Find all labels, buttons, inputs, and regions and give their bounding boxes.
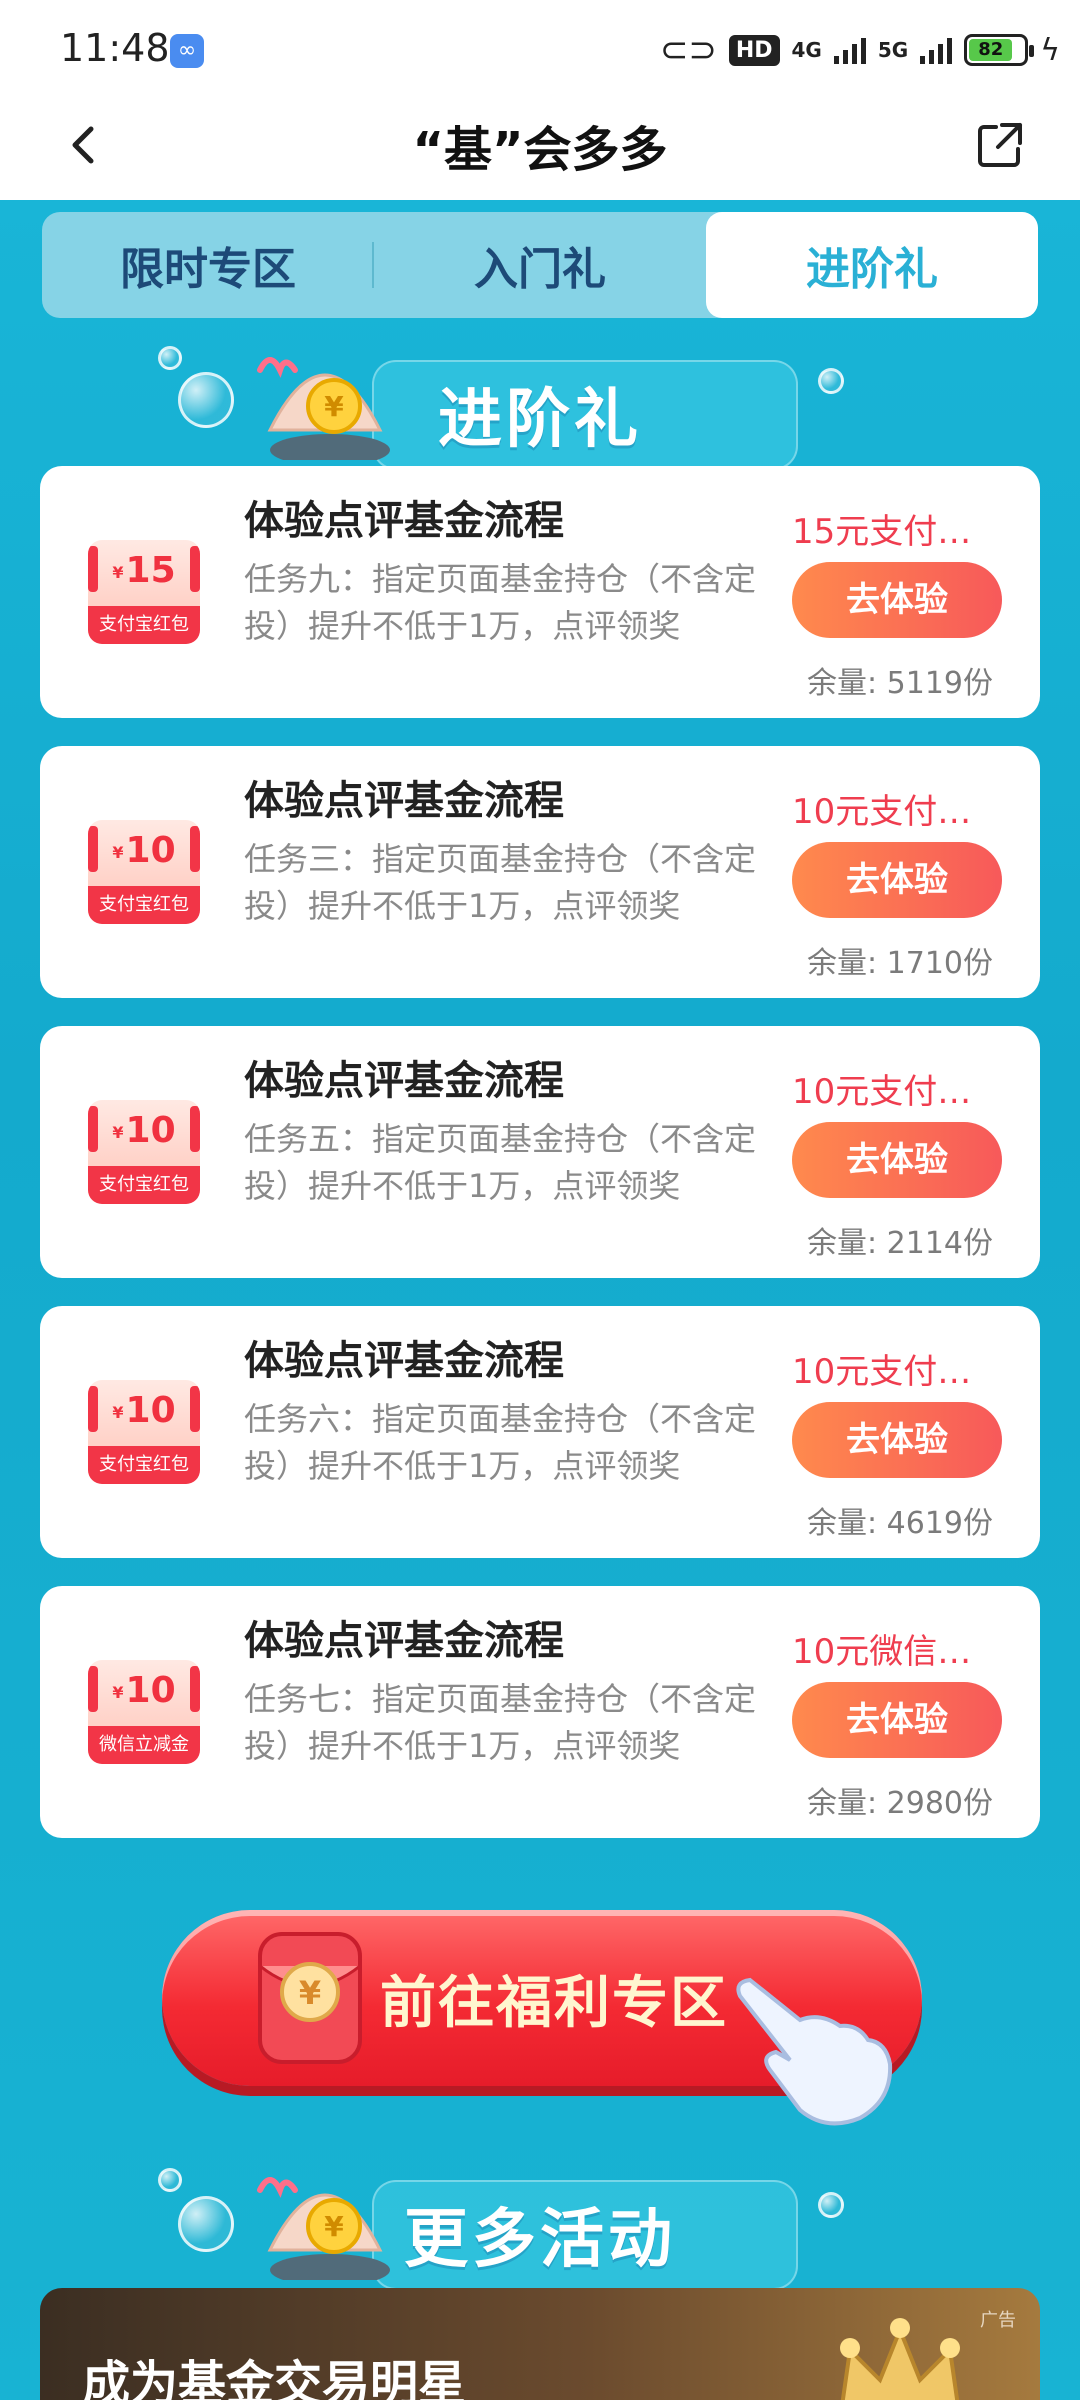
remaining-count: 余量: 2114份 bbox=[807, 1226, 993, 1261]
coupon-badge: ¥15 支付宝红包 bbox=[88, 540, 200, 644]
hd-icon: HD bbox=[728, 34, 780, 66]
task-card: ¥10 微信立减金 体验点评基金流程任务七：指定页面基金持仓（不含定投）提升不低于1… bbox=[40, 1586, 1040, 1838]
coupon-amount-value: 10 bbox=[125, 1110, 176, 1151]
task-description: 任务七：指定页面基金持仓（不含定投）提升不低于1万，点评领奖 bbox=[244, 1680, 757, 1765]
coupon-label: 支付宝红包 bbox=[88, 1166, 200, 1204]
nav-header: “基”会多多 bbox=[0, 95, 1080, 200]
coupon-amount: ¥10 bbox=[88, 1390, 200, 1431]
tab-label: 入门礼 bbox=[474, 244, 606, 295]
currency-symbol: ¥ bbox=[112, 562, 124, 582]
tab-limited-zone[interactable]: 限时专区 bbox=[42, 212, 374, 318]
section-header-advanced: ¥ 进阶礼 bbox=[0, 340, 1080, 470]
coupon-amount-value: 10 bbox=[125, 1670, 176, 1711]
signal-icon bbox=[833, 36, 866, 64]
signal-icon-2 bbox=[920, 36, 953, 64]
coupon-badge: ¥10 支付宝红包 bbox=[88, 1380, 200, 1484]
tab-advanced-gift[interactable]: 进阶礼 bbox=[706, 212, 1038, 318]
task-reward: 10元微信… bbox=[792, 1632, 972, 1672]
section-title: 进阶礼 bbox=[438, 383, 642, 457]
task-reward: 10元支付… bbox=[792, 1072, 972, 1112]
task-card: ¥10 支付宝红包 体验点评基金流程任务三：指定页面基金持仓（不含定投）提升不低于1… bbox=[40, 746, 1040, 998]
charging-icon: ϟ bbox=[1040, 32, 1060, 68]
coupon-label: 支付宝红包 bbox=[88, 886, 200, 924]
currency-symbol: ¥ bbox=[112, 1682, 124, 1702]
remaining-count: 余量: 1710份 bbox=[807, 946, 993, 981]
task-title: 体验点评基金流程 bbox=[244, 498, 564, 544]
try-button[interactable]: 去体验 bbox=[792, 1682, 1002, 1758]
battery-icon: 82 bbox=[964, 34, 1035, 66]
tab-label: 限时专区 bbox=[120, 244, 296, 295]
crown-icon bbox=[840, 2318, 960, 2400]
coupon-badge: ¥10 支付宝红包 bbox=[88, 820, 200, 924]
task-title: 体验点评基金流程 bbox=[244, 1618, 564, 1664]
coupon-amount: ¥15 bbox=[88, 550, 200, 591]
coupon-amount: ¥10 bbox=[88, 830, 200, 871]
task-card: ¥15 支付宝红包 体验点评基金流程任务九：指定页面基金持仓（不含定投）提升不低于1… bbox=[40, 466, 1040, 718]
task-card: ¥10 支付宝红包 体验点评基金流程任务五：指定页面基金持仓（不含定投）提升不低于1… bbox=[40, 1026, 1040, 1278]
try-button[interactable]: 去体验 bbox=[792, 1122, 1002, 1198]
status-icons: ⊂⊃ HD 4G 5G 82 ϟ bbox=[660, 28, 1060, 72]
task-description: 任务六：指定页面基金持仓（不含定投）提升不低于1万，点评领奖 bbox=[244, 1400, 757, 1485]
task-description: 任务九：指定页面基金持仓（不含定投）提升不低于1万，点评领奖 bbox=[244, 560, 757, 645]
red-envelope-icon: ¥ bbox=[258, 1932, 362, 2064]
status-bar: 11:48 ∞ ⊂⊃ HD 4G 5G 82 ϟ bbox=[0, 0, 1080, 95]
network-4g-label: 4G bbox=[791, 38, 822, 62]
coupon-badge: ¥10 支付宝红包 bbox=[88, 1100, 200, 1204]
try-button[interactable]: 去体验 bbox=[792, 562, 1002, 638]
status-time: 11:48 bbox=[60, 26, 170, 70]
app-notification-icon: ∞ bbox=[170, 34, 204, 68]
coupon-amount-value: 10 bbox=[125, 1390, 176, 1431]
task-title: 体验点评基金流程 bbox=[244, 1338, 564, 1384]
task-reward: 10元支付… bbox=[792, 1352, 972, 1392]
coupon-badge: ¥10 微信立减金 bbox=[88, 1660, 200, 1764]
battery-level: 82 bbox=[969, 39, 1013, 61]
coupon-label: 支付宝红包 bbox=[88, 1446, 200, 1484]
currency-symbol: ¥ bbox=[112, 1122, 124, 1142]
link-icon: ⊂⊃ bbox=[659, 30, 717, 70]
task-title: 体验点评基金流程 bbox=[244, 1058, 564, 1104]
remaining-count: 余量: 4619份 bbox=[807, 1506, 993, 1541]
network-5g-label: 5G bbox=[877, 38, 909, 62]
svg-text:¥: ¥ bbox=[299, 1974, 321, 2012]
page-title: “基”会多多 bbox=[412, 122, 668, 178]
currency-symbol: ¥ bbox=[112, 1402, 124, 1422]
task-reward: 15元支付… bbox=[792, 512, 972, 552]
section-title: 更多活动 bbox=[404, 2203, 676, 2277]
task-card: ¥10 支付宝红包 体验点评基金流程任务六：指定页面基金持仓（不含定投）提升不低于1… bbox=[40, 1306, 1040, 1558]
promo-title: 成为基金交易明星 bbox=[82, 2356, 467, 2400]
tab-bar: 限时专区 入门礼 进阶礼 bbox=[42, 212, 1038, 318]
promo-banner[interactable]: 成为基金交易明星 广告 bbox=[40, 2288, 1040, 2400]
coupon-amount-value: 15 bbox=[125, 550, 176, 591]
share-icon[interactable] bbox=[970, 115, 1030, 175]
tab-label: 进阶礼 bbox=[806, 244, 938, 295]
coupon-amount-value: 10 bbox=[125, 830, 176, 871]
task-title: 体验点评基金流程 bbox=[244, 778, 564, 824]
try-button[interactable]: 去体验 bbox=[792, 842, 1002, 918]
remaining-count: 余量: 5119份 bbox=[807, 666, 993, 701]
currency-symbol: ¥ bbox=[112, 842, 124, 862]
task-description: 任务三：指定页面基金持仓（不含定投）提升不低于1万，点评领奖 bbox=[244, 840, 757, 925]
coupon-label: 支付宝红包 bbox=[88, 606, 200, 644]
welfare-button-label: 前往福利专区 bbox=[380, 1971, 728, 2036]
pointing-hand-icon bbox=[736, 1977, 893, 2126]
coupon-amount: ¥10 bbox=[88, 1670, 200, 1711]
coupon-label: 微信立减金 bbox=[88, 1726, 200, 1764]
try-button[interactable]: 去体验 bbox=[792, 1402, 1002, 1478]
coupon-amount: ¥10 bbox=[88, 1110, 200, 1151]
ad-tag: 广告 bbox=[980, 2310, 1016, 2331]
task-description: 任务五：指定页面基金持仓（不含定投）提升不低于1万，点评领奖 bbox=[244, 1120, 757, 1205]
remaining-count: 余量: 2980份 bbox=[807, 1786, 993, 1821]
tab-starter-gift[interactable]: 入门礼 bbox=[374, 212, 706, 318]
section-header-more: ¥ 更多活动 bbox=[0, 2160, 1080, 2290]
task-reward: 10元支付… bbox=[792, 792, 972, 832]
